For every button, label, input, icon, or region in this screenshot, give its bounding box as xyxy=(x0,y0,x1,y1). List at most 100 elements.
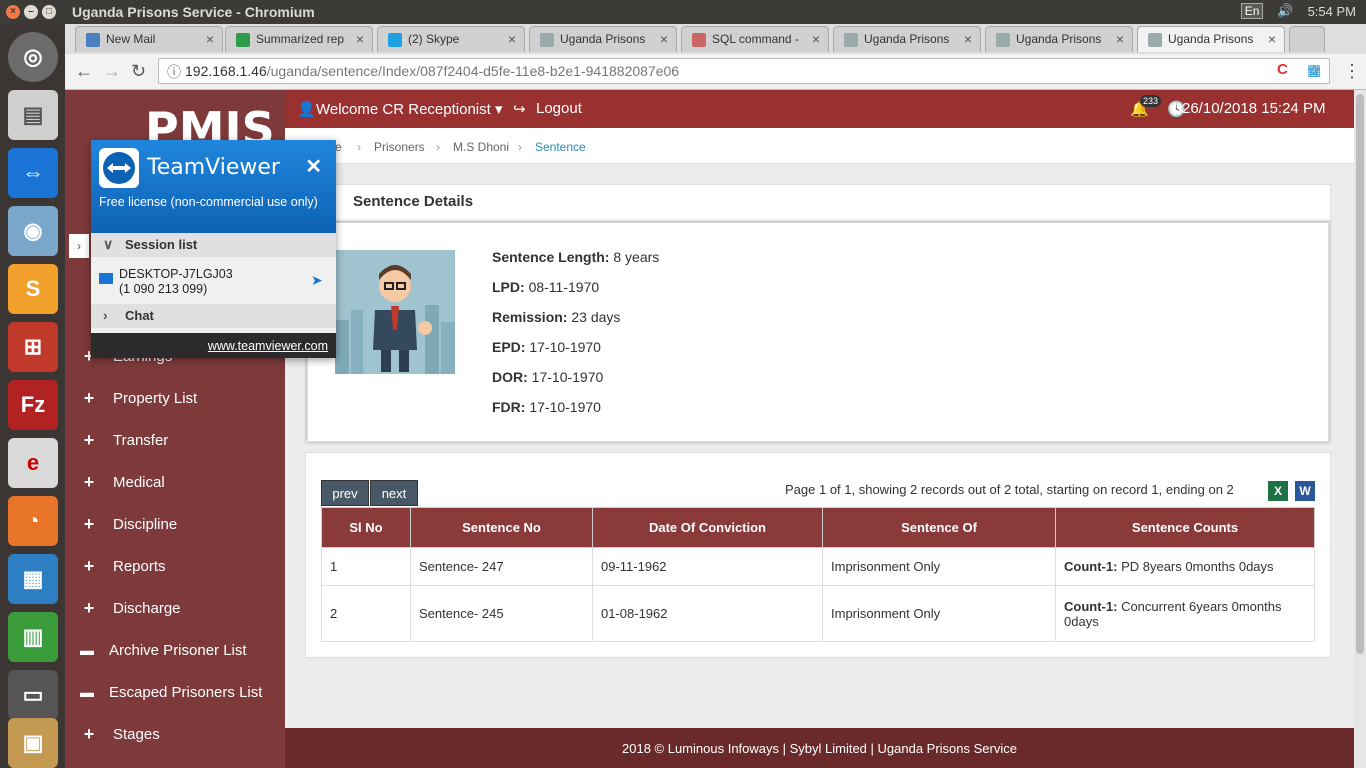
close-tab-icon[interactable]: × xyxy=(1116,31,1124,47)
sidebar-item-medical[interactable]: + Medical xyxy=(65,461,285,503)
tab-uganda-2[interactable]: Uganda Prisons × xyxy=(833,26,981,52)
info-icon[interactable]: ⓘ xyxy=(167,62,181,82)
user-icon: 👤 xyxy=(297,101,316,118)
close-tab-icon[interactable]: × xyxy=(508,31,516,47)
chat-header[interactable]: › Chat xyxy=(91,304,336,328)
back-icon[interactable]: ← xyxy=(75,61,93,82)
tab-uganda-3[interactable]: Uganda Prisons × xyxy=(985,26,1133,52)
cell-sl: 1 xyxy=(321,547,411,586)
session-list-header[interactable]: ∨ Session list xyxy=(91,233,336,257)
breadcrumb-home[interactable]: e xyxy=(335,140,342,154)
plus-icon: + xyxy=(83,513,95,534)
sidebar-item-escaped[interactable]: ▬ Escaped Prisoners List xyxy=(65,671,285,713)
close-tab-icon[interactable]: × xyxy=(206,31,214,47)
close-tab-icon[interactable]: × xyxy=(812,31,820,47)
close-tab-icon[interactable]: × xyxy=(356,31,364,47)
sidebar-item-discipline[interactable]: + Discipline xyxy=(65,503,285,545)
reload-icon[interactable]: ↻ xyxy=(131,61,146,82)
close-window-icon[interactable]: × xyxy=(6,5,20,19)
lpd: LPD: 08-11-1970 xyxy=(492,279,600,295)
volume-icon[interactable]: 🔊 xyxy=(1277,3,1293,19)
connect-arrow-icon[interactable]: ➤ xyxy=(311,272,323,289)
cell-sentence-no: Sentence- 245 xyxy=(410,585,593,642)
page-icon xyxy=(540,33,554,47)
sidebar-item-stages[interactable]: + Stages xyxy=(65,713,285,755)
sidebar-item-property-list[interactable]: + Property List xyxy=(65,377,285,419)
breadcrumb-prisoner[interactable]: M.S Dhoni xyxy=(453,140,509,154)
cell-counts: Count-1: PD 8years 0months 0days xyxy=(1055,547,1315,586)
skype-icon xyxy=(388,33,402,47)
table-row: 1 Sentence- 247 09-11-1962 Imprisonment … xyxy=(321,547,1315,586)
ie-icon[interactable]: e xyxy=(8,438,58,488)
keyboard-language[interactable]: En xyxy=(1240,3,1264,19)
word-export-icon[interactable]: W xyxy=(1295,481,1315,501)
excel-export-icon[interactable]: X xyxy=(1268,481,1288,501)
firefox-icon[interactable]: ◔ xyxy=(8,496,58,546)
url-input[interactable]: ⓘ 192.168.1.46/uganda/sentence/Index/087… xyxy=(158,58,1330,84)
breadcrumb-prisoners[interactable]: Prisoners xyxy=(374,140,425,154)
sentence-length: Sentence Length: 8 years xyxy=(492,249,660,265)
column-header[interactable]: Sentence Of xyxy=(822,507,1056,548)
session-device[interactable]: DESKTOP-J7LGJ03 (1 090 213 099) xyxy=(119,267,233,297)
tab-uganda-1[interactable]: Uganda Prisons × xyxy=(529,26,677,52)
calc-icon[interactable]: ▥ xyxy=(8,612,58,662)
fdr: FDR: 17-10-1970 xyxy=(492,399,601,415)
breadcrumb-separator: › xyxy=(357,140,361,154)
sidebar-item-discharge[interactable]: + Discharge xyxy=(65,587,285,629)
tab-skype[interactable]: (2) Skype × xyxy=(377,26,525,52)
teamviewer-link[interactable]: www.teamviewer.com xyxy=(91,333,336,358)
chevron-right-icon[interactable]: › xyxy=(69,234,89,258)
files-icon[interactable]: ▤ xyxy=(8,90,58,140)
chromium-icon[interactable]: ◉ xyxy=(8,206,58,256)
sql-icon xyxy=(692,33,706,47)
extension-icon-2[interactable]: ▦ xyxy=(1307,61,1321,79)
system-clock[interactable]: 5:54 PM xyxy=(1308,4,1356,19)
filezilla-icon[interactable]: Fz xyxy=(8,380,58,430)
breadcrumb-separator: › xyxy=(518,140,522,154)
extension-icon[interactable]: C xyxy=(1277,61,1288,78)
sheets-icon xyxy=(236,33,250,47)
column-header[interactable]: Sl No xyxy=(321,507,411,548)
plus-icon: + xyxy=(83,471,95,492)
page-footer: 2018 © Luminous Infoways | Sybyl Limited… xyxy=(285,728,1354,768)
sublime-icon[interactable]: S xyxy=(8,264,58,314)
menu-icon[interactable]: ⋮ xyxy=(1343,61,1361,82)
tab-uganda-active[interactable]: Uganda Prisons × xyxy=(1137,26,1285,52)
archive-icon[interactable]: ▣ xyxy=(8,718,58,768)
disk-icon[interactable]: ▭ xyxy=(8,670,58,720)
windows-app-icon[interactable]: ⊞ xyxy=(8,322,58,372)
close-tab-icon[interactable]: × xyxy=(964,31,972,47)
sidebar-item-transfer[interactable]: + Transfer xyxy=(65,419,285,461)
maximize-window-icon[interactable]: □ xyxy=(42,5,56,19)
monitor-icon xyxy=(99,273,113,284)
next-button[interactable]: next xyxy=(370,480,418,506)
column-header[interactable]: Sentence Counts xyxy=(1055,507,1315,548)
close-tab-icon[interactable]: × xyxy=(1268,31,1276,47)
column-header[interactable]: Date Of Conviction xyxy=(592,507,823,548)
column-header[interactable]: Sentence No xyxy=(410,507,593,548)
teamviewer-header: TeamViewer ✕ Free license (non-commercia… xyxy=(91,140,336,233)
tab-new-mail[interactable]: New Mail × xyxy=(75,26,223,52)
window-title: Uganda Prisons Service - Chromium xyxy=(72,4,315,20)
sidebar-item-archive[interactable]: ▬ Archive Prisoner List xyxy=(65,629,285,671)
minimize-window-icon[interactable]: – xyxy=(24,5,38,19)
tab-sql[interactable]: SQL command - × xyxy=(681,26,829,52)
sidebar-item-reports[interactable]: + Reports xyxy=(65,545,285,587)
forward-icon[interactable]: → xyxy=(103,61,121,82)
tab-summarized[interactable]: Summarized rep × xyxy=(225,26,373,52)
ubuntu-icon[interactable]: ◎ xyxy=(8,32,58,82)
breadcrumb: e › Prisoners › M.S Dhoni › Sentence xyxy=(285,128,1354,164)
writer-icon[interactable]: ▦ xyxy=(8,554,58,604)
logout-link[interactable]: Logout xyxy=(536,100,582,117)
teamviewer-icon[interactable]: ⇔ xyxy=(8,148,58,198)
prev-button[interactable]: prev xyxy=(321,480,369,506)
welcome-menu[interactable]: Welcome CR Receptionist ▾ xyxy=(316,100,503,118)
close-tab-icon[interactable]: × xyxy=(660,31,668,47)
chevron-right-icon: › xyxy=(103,307,108,323)
new-tab-button[interactable] xyxy=(1289,26,1325,52)
scrollbar-thumb[interactable] xyxy=(1356,94,1364,654)
page-scrollbar[interactable] xyxy=(1354,90,1366,768)
dor: DOR: 17-10-1970 xyxy=(492,369,604,385)
close-icon[interactable]: ✕ xyxy=(305,154,322,179)
cell-date: 01-08-1962 xyxy=(592,585,823,642)
